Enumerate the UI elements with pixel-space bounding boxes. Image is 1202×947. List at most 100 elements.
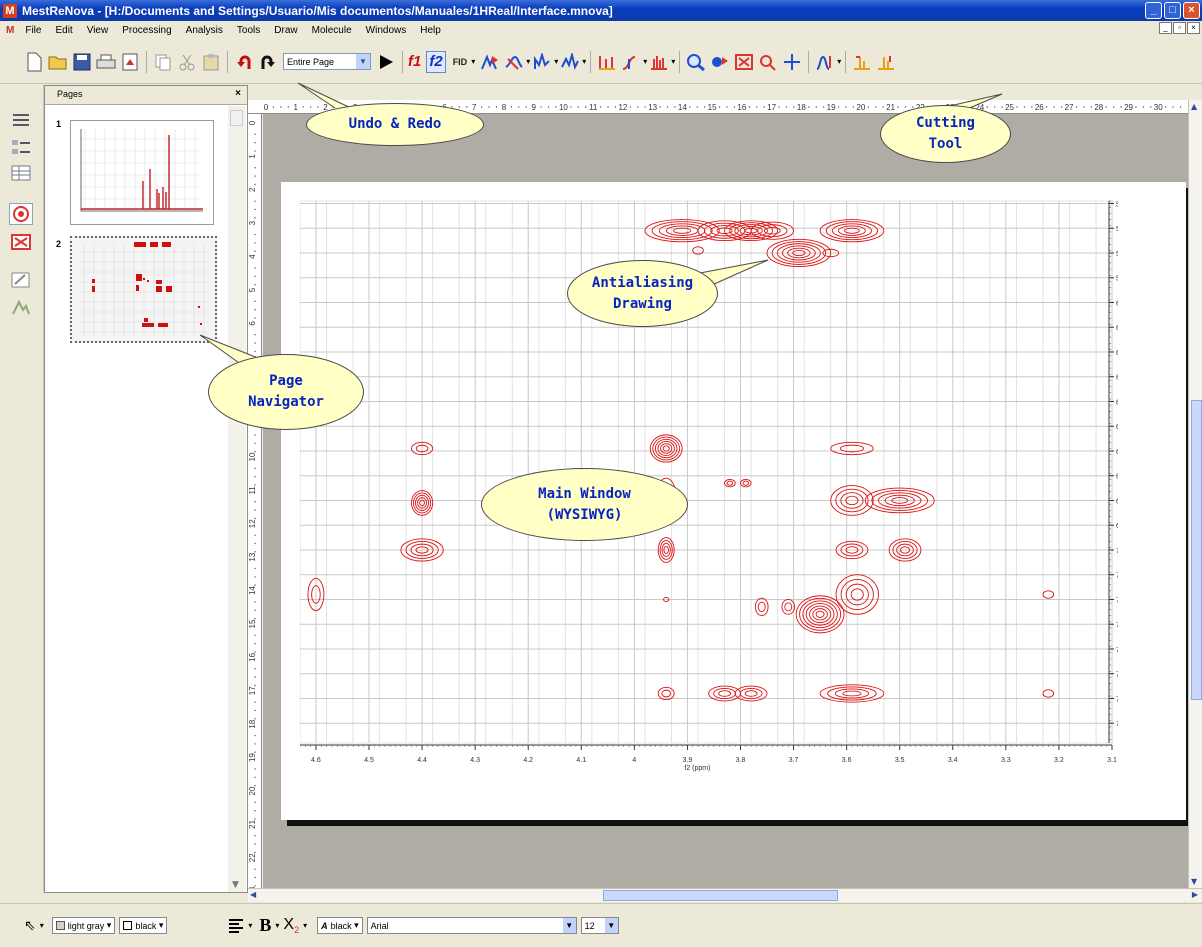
cut-icon[interactable] [176,51,198,73]
scroll-right-icon[interactable]: ▶ [1192,890,1198,899]
contour-view-icon[interactable] [9,203,33,225]
pointer-icon[interactable]: ⇖ [24,917,36,934]
ruler-tick-mark [254,283,256,286]
menu-file[interactable]: File [18,25,48,36]
apodization-icon[interactable] [531,51,553,73]
ruler-tick-mark [1060,106,1063,108]
integration-dropdown-icon[interactable]: ▾ [643,57,647,66]
mdi-close-button[interactable]: × [1187,22,1200,34]
cutting-tool-icon[interactable] [814,51,836,73]
crosshair-icon[interactable] [781,51,803,73]
ruler-tick-label: 9 [531,103,536,112]
bold-dropdown-icon[interactable]: ▾ [275,921,279,930]
mdi-minimize-button[interactable]: _ [1159,22,1172,34]
remove-peak-icon[interactable] [875,51,897,73]
ruler-tick-label: 21 [248,819,257,828]
font-family-value: Arial [370,920,389,931]
fid-dropdown-icon[interactable]: ▾ [471,57,475,66]
scroll-left-icon[interactable]: ◀ [250,890,256,899]
close-button[interactable]: × [1183,2,1200,19]
apodization-dropdown-icon[interactable]: ▾ [554,57,558,66]
redo-icon[interactable] [257,51,279,73]
print-icon[interactable] [95,51,117,73]
page-thumbnail-1[interactable] [70,120,214,225]
undo-icon[interactable] [233,51,255,73]
pointer-dropdown-icon[interactable]: ▾ [40,921,44,930]
font-family-select[interactable]: Arial ▼ [366,917,577,934]
mdi-restore-button[interactable]: ▫ [1173,22,1186,34]
paste-icon[interactable] [200,51,222,73]
baseline-dropdown-icon[interactable]: ▾ [526,57,530,66]
menu-edit[interactable]: Edit [48,25,79,36]
font-size-select[interactable]: 12 ▼ [580,917,619,934]
baseline-correction-icon[interactable] [503,51,525,73]
menu-view[interactable]: View [80,25,116,36]
scroll-down-icon[interactable]: ▼ [1191,877,1197,886]
align-dropdown-icon[interactable]: ▾ [248,921,252,930]
ruler-tick-label: 19 [827,103,836,112]
f2-button[interactable]: f2 [426,50,446,73]
export-pdf-icon[interactable] [119,51,141,73]
menu-molecule[interactable]: Molecule [305,25,359,36]
multiplet-dropdown-icon[interactable]: ▾ [671,57,675,66]
new-document-icon[interactable] [23,51,45,73]
zoom-mode-select[interactable]: Entire Page ▼ [283,53,371,70]
pages-panel-close-button[interactable]: × [235,88,241,99]
fid-button[interactable]: FID [453,51,468,73]
align-icon[interactable] [227,917,245,935]
table-icon[interactable] [9,163,33,185]
x-tick-label: 3.3 [1001,757,1011,764]
multiplet-analysis-icon[interactable] [648,51,670,73]
fill-color-select[interactable]: light gray ▾ [51,917,116,934]
maximize-button[interactable]: □ [1164,2,1181,19]
line-color-select[interactable]: black ▾ [119,917,168,934]
pan-icon[interactable] [709,51,731,73]
text-color-select[interactable]: Ablack ▾ [317,917,363,934]
list-icon[interactable] [9,110,33,132]
subscript-dropdown-icon[interactable]: ▾ [303,921,307,930]
horizontal-scrollbar-thumb[interactable] [603,890,838,901]
cutting-dropdown-icon[interactable]: ▾ [837,57,841,66]
ruler-tick-mark [904,106,907,108]
ruler-tick-mark [254,643,256,645]
integration-icon[interactable] [620,51,642,73]
shading-tool-icon[interactable] [9,298,33,320]
zoom-area-icon[interactable] [757,51,779,73]
menu-help[interactable]: Help [413,25,448,36]
menu-draw[interactable]: Draw [267,25,304,36]
vertical-scrollbar-thumb[interactable] [1191,400,1202,700]
page-thumbnail-2[interactable] [70,236,217,343]
x-tick-label: 3.5 [895,757,905,764]
menu-windows[interactable]: Windows [359,25,414,36]
scroll-down-icon[interactable]: ▼ [232,880,239,890]
scroll-up-icon[interactable]: ▲ [1191,102,1197,111]
pages-scrollbar-thumb[interactable] [230,110,243,126]
pages-scrollbar[interactable]: ▼ [228,106,246,892]
horizontal-scrollbar[interactable]: ◀ ▶ [248,888,1202,902]
ruler-tick-label: 10 [248,452,257,461]
minimize-button[interactable]: _ [1145,2,1162,19]
save-icon[interactable] [71,51,93,73]
full-spectrum-icon[interactable] [733,51,755,73]
zero-filling-dropdown-icon[interactable]: ▾ [582,57,586,66]
ruler-tick-mark [254,668,256,670]
zero-filling-icon[interactable] [559,51,581,73]
ruler-tick-label: 6 [248,321,257,326]
drawing-tool-icon[interactable] [9,270,33,292]
menu-tools[interactable]: Tools [230,25,267,36]
menu-processing[interactable]: Processing [115,25,178,36]
copy-icon[interactable] [152,51,174,73]
play-icon[interactable] [375,51,397,73]
bold-button[interactable]: B [259,915,271,936]
open-folder-icon[interactable] [47,51,69,73]
add-peak-icon[interactable] [851,51,873,73]
vertical-scrollbar[interactable]: ▲ ▼ [1188,100,1202,888]
stacked-view-icon[interactable] [9,232,33,254]
phase-correction-icon[interactable] [479,51,501,73]
f1-button[interactable]: f1 [408,51,421,73]
menu-analysis[interactable]: Analysis [179,25,230,36]
object-tree-icon[interactable] [9,137,33,159]
peak-picking-icon[interactable] [596,51,618,73]
subscript-button[interactable]: X2 [283,916,299,935]
zoom-in-icon[interactable] [685,51,707,73]
